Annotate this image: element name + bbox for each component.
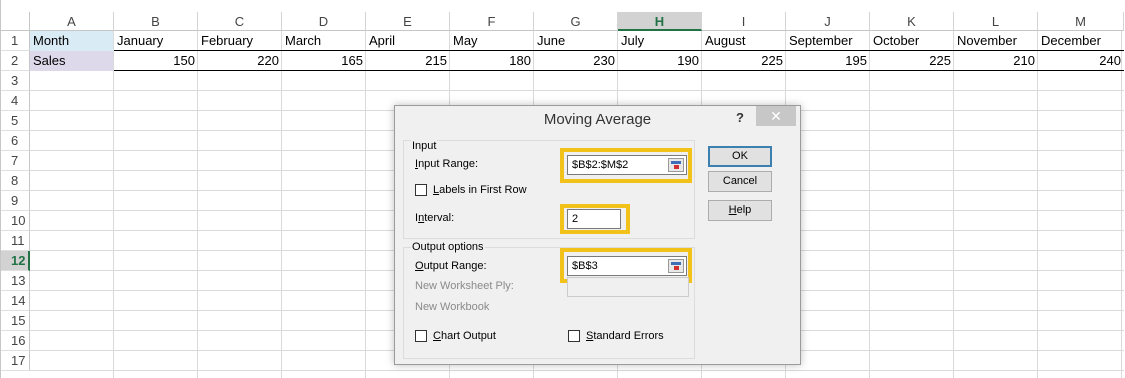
column-header-d[interactable]: D — [282, 12, 366, 31]
interval-field[interactable]: 2 — [567, 209, 621, 229]
output-options-label: Output options — [411, 241, 485, 253]
column-header-f[interactable]: F — [450, 12, 534, 31]
row-header-8[interactable]: 8 — [1, 171, 30, 191]
row-header-11[interactable]: 11 — [1, 231, 30, 251]
row-header-17[interactable]: 17 — [1, 351, 30, 371]
cell-j2[interactable]: 195 — [786, 51, 870, 71]
cell-e2[interactable]: 215 — [366, 51, 450, 71]
column-header-h[interactable]: H — [618, 12, 702, 31]
cell-c2[interactable]: 220 — [198, 51, 282, 71]
chart-output-checkbox[interactable] — [415, 330, 427, 342]
row-header-14[interactable]: 14 — [1, 291, 30, 311]
cell-j1[interactable]: September — [786, 31, 870, 51]
close-icon[interactable]: ✕ — [756, 106, 796, 126]
cell-i2[interactable]: 225 — [702, 51, 786, 71]
cell-l2[interactable]: 210 — [954, 51, 1038, 71]
input-range-value: $B$2:$M$2 — [572, 159, 629, 171]
cell-g2[interactable]: 230 — [534, 51, 618, 71]
cell-d1[interactable]: March — [282, 31, 366, 51]
row-header-16[interactable]: 16 — [1, 331, 30, 351]
cell-m1[interactable]: December — [1038, 31, 1124, 51]
cell-a1[interactable]: Month — [30, 31, 114, 51]
cell-k1[interactable]: October — [870, 31, 954, 51]
cell-k2[interactable]: 225 — [870, 51, 954, 71]
cell-m2[interactable]: 240 — [1038, 51, 1124, 71]
cell-h1[interactable]: July — [618, 31, 702, 51]
standard-errors-label: Standard Errors — [586, 330, 664, 342]
output-range-value: $B$3 — [572, 260, 598, 272]
interval-value: 2 — [572, 213, 579, 225]
select-all-corner[interactable] — [1, 12, 30, 31]
column-header-k[interactable]: K — [870, 12, 954, 31]
cell-e1[interactable]: April — [366, 31, 450, 51]
ok-button[interactable]: OK — [708, 146, 772, 167]
chart-output-label: Chart Output — [433, 330, 496, 342]
cell-f1[interactable]: May — [450, 31, 534, 51]
row-header-3[interactable]: 3 — [1, 71, 30, 91]
column-header-l[interactable]: L — [954, 12, 1038, 31]
moving-average-dialog: Moving Average ? ✕ Input Input Range: $B… — [394, 105, 801, 365]
standard-errors-checkbox[interactable] — [568, 330, 580, 342]
cell-b2[interactable]: 150 — [114, 51, 198, 71]
column-header-j[interactable]: J — [786, 12, 870, 31]
cell-b1[interactable]: January — [114, 31, 198, 51]
cell-f2[interactable]: 180 — [450, 51, 534, 71]
column-header-m[interactable]: M — [1038, 12, 1124, 31]
cell-c1[interactable]: February — [198, 31, 282, 51]
output-range-field[interactable]: $B$3 — [567, 256, 687, 276]
input-group-label: Input — [411, 140, 438, 152]
row-header-2[interactable]: 2 — [1, 51, 30, 71]
column-header-c[interactable]: C — [198, 12, 282, 31]
new-workbook-label: New Workbook — [415, 301, 490, 313]
row-header-1[interactable]: 1 — [1, 31, 30, 51]
row-header-4[interactable]: 4 — [1, 91, 30, 111]
row-header-15[interactable]: 15 — [1, 311, 30, 331]
range-selector-icon[interactable] — [668, 259, 684, 273]
labels-first-row-checkbox[interactable] — [415, 184, 427, 196]
cell-l1[interactable]: November — [954, 31, 1038, 51]
row-header-7[interactable]: 7 — [1, 151, 30, 171]
cell-g1[interactable]: June — [534, 31, 618, 51]
labels-first-row-label: Labels in First Row — [433, 184, 527, 196]
input-range-label: Input Range: — [415, 158, 478, 170]
range-selector-icon[interactable] — [668, 158, 684, 172]
input-range-field[interactable]: $B$2:$M$2 — [567, 155, 687, 175]
row-header-13[interactable]: 13 — [1, 271, 30, 291]
new-worksheet-ply-field[interactable] — [567, 277, 689, 297]
new-worksheet-ply-label: New Worksheet Ply: — [415, 280, 514, 292]
column-header-g[interactable]: G — [534, 12, 618, 31]
column-header-i[interactable]: I — [702, 12, 786, 31]
column-header-b[interactable]: B — [114, 12, 198, 31]
help-button[interactable]: Help — [708, 200, 772, 221]
help-icon[interactable]: ? — [725, 108, 755, 128]
cell-i1[interactable]: August — [702, 31, 786, 51]
cell-h2[interactable]: 190 — [618, 51, 702, 71]
column-header-a[interactable]: A — [30, 12, 114, 31]
cell-a2[interactable]: Sales — [30, 51, 114, 71]
row-header-6[interactable]: 6 — [1, 131, 30, 151]
row-header-12[interactable]: 12 — [1, 251, 30, 271]
output-range-label: Output Range: — [415, 260, 487, 272]
row-header-9[interactable]: 9 — [1, 191, 30, 211]
column-header-e[interactable]: E — [366, 12, 450, 31]
interval-label: Interval: — [415, 212, 455, 224]
cancel-button[interactable]: Cancel — [708, 171, 772, 192]
row-header-5[interactable]: 5 — [1, 111, 30, 131]
row-header-10[interactable]: 10 — [1, 211, 30, 231]
cell-d2[interactable]: 165 — [282, 51, 366, 71]
